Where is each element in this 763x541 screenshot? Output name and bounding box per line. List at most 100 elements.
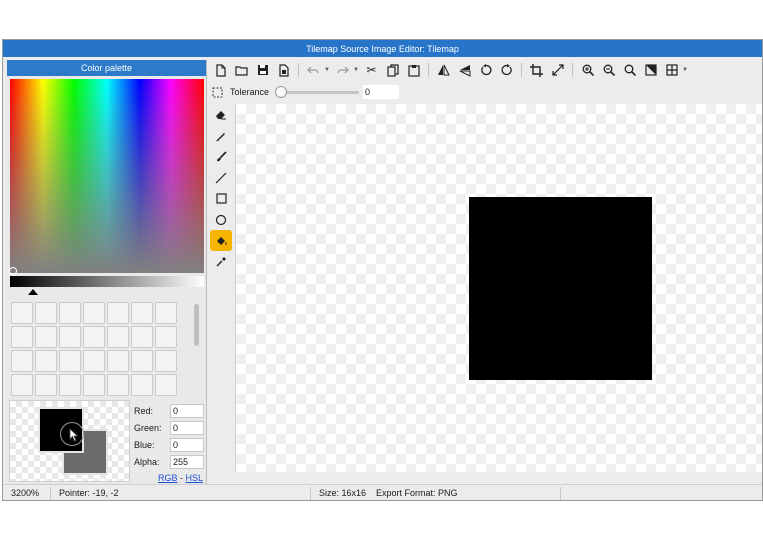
zoom-in-icon[interactable] — [577, 61, 598, 79]
swatch[interactable] — [83, 350, 105, 372]
tolerance-slider-handle[interactable] — [275, 85, 288, 98]
undo-dropdown-icon[interactable]: ▼ — [324, 67, 332, 73]
window-title-bar[interactable]: Tilemap Source Image Editor: Tilemap — [3, 40, 762, 57]
hsl-mode-link[interactable]: HSL — [186, 473, 204, 483]
zoom-level: 3200% — [3, 486, 51, 500]
redo-icon[interactable] — [332, 61, 353, 79]
crop-icon[interactable] — [526, 61, 547, 79]
swatch[interactable] — [35, 350, 57, 372]
paste-icon[interactable] — [403, 61, 424, 79]
swatch[interactable] — [107, 326, 129, 348]
fill-bucket-icon[interactable] — [210, 230, 232, 251]
spectrum-marker[interactable] — [9, 267, 17, 275]
undo-icon[interactable] — [303, 61, 324, 79]
swatch[interactable] — [83, 374, 105, 396]
mode-separator: - — [180, 473, 184, 483]
pencil-icon[interactable] — [210, 125, 232, 146]
swatch[interactable] — [59, 326, 81, 348]
alpha-input[interactable]: 255 — [170, 454, 204, 469]
copy-icon[interactable] — [382, 61, 403, 79]
current-colors — [9, 400, 130, 482]
rotate-left-icon[interactable] — [475, 61, 496, 79]
channel-label: Green: — [134, 422, 162, 433]
cut-icon[interactable]: ✂ — [361, 61, 382, 79]
swatches-scrollbar[interactable] — [194, 304, 199, 346]
editor-window: Tilemap Source Image Editor: Tilemap Col… — [2, 39, 763, 501]
status-bar: 3200% Pointer: -19, -2 Size: 16x16 Expor… — [3, 484, 762, 500]
channel-blue: Blue: 0 — [134, 436, 206, 453]
main-toolbar: ▼ ▼ ✂ ▼ — [210, 60, 762, 80]
flip-horizontal-icon[interactable] — [433, 61, 454, 79]
rectangle-icon[interactable] — [210, 188, 232, 209]
channel-label: Alpha: — [134, 456, 160, 467]
swatch[interactable] — [11, 374, 33, 396]
swatch[interactable] — [83, 302, 105, 324]
rotate-right-icon[interactable] — [496, 61, 517, 79]
red-input[interactable]: 0 — [170, 403, 204, 418]
canvas-horizontal-scrollbar[interactable] — [235, 473, 762, 483]
swatch[interactable] — [155, 350, 177, 372]
image-canvas[interactable] — [235, 104, 762, 472]
swatch[interactable] — [59, 374, 81, 396]
green-input[interactable]: 0 — [170, 420, 204, 435]
zoom-out-icon[interactable] — [598, 61, 619, 79]
swatch[interactable] — [11, 350, 33, 372]
background-toggle-icon[interactable] — [640, 61, 661, 79]
color-spectrum[interactable] — [10, 79, 204, 273]
redo-dropdown-icon[interactable]: ▼ — [353, 67, 361, 73]
swatch[interactable] — [131, 350, 153, 372]
open-folder-icon[interactable] — [231, 61, 252, 79]
rgb-mode-link[interactable]: RGB — [158, 473, 178, 483]
zoom-reset-icon[interactable] — [619, 61, 640, 79]
swatch[interactable] — [35, 302, 57, 324]
resize-icon[interactable] — [547, 61, 568, 79]
swatch[interactable] — [155, 326, 177, 348]
export-format: Export Format: PNG — [368, 486, 562, 500]
swatch[interactable] — [131, 302, 153, 324]
channel-red: Red: 0 — [134, 402, 206, 419]
swatch[interactable] — [155, 374, 177, 396]
swatch[interactable] — [155, 302, 177, 324]
flip-vertical-icon[interactable] — [454, 61, 475, 79]
new-file-icon[interactable] — [210, 61, 231, 79]
image-size: Size: 16x16 — [319, 487, 367, 498]
brush-icon[interactable] — [210, 146, 232, 167]
swatch[interactable] — [59, 350, 81, 372]
eyedropper-icon[interactable] — [210, 251, 232, 272]
save-as-icon[interactable] — [273, 61, 294, 79]
blue-input[interactable]: 0 — [170, 437, 204, 452]
swatch[interactable] — [35, 326, 57, 348]
ellipse-icon[interactable] — [210, 209, 232, 230]
palette-title: Color palette — [80, 63, 133, 73]
toolbar-separator — [572, 63, 573, 77]
marquee-select-icon[interactable] — [210, 83, 224, 101]
swatch[interactable] — [59, 302, 81, 324]
color-channels: Red: 0 Green: 0 Blue: 0 Alpha: 255 — [134, 402, 206, 470]
window-title: Tilemap Source Image Editor: Tilemap — [306, 43, 459, 54]
palette-header: Color palette — [7, 60, 206, 76]
save-icon[interactable] — [252, 61, 273, 79]
tool-options-bar: Tolerance 0 — [210, 82, 762, 102]
color-mode-links: RGB - HSL — [158, 473, 203, 483]
tolerance-value[interactable]: 0 — [363, 85, 400, 99]
swatch[interactable] — [107, 374, 129, 396]
channel-label: Red: — [134, 405, 154, 416]
tolerance-slider[interactable] — [275, 85, 360, 98]
tolerance-label: Tolerance — [230, 87, 270, 97]
lightness-marker[interactable] — [28, 289, 38, 295]
lightness-bar[interactable] — [10, 276, 204, 287]
color-palette-panel: Color palette Red: 0 Green: 0 Blue: 0 Al… — [7, 60, 207, 500]
grid-icon[interactable] — [661, 61, 682, 79]
swatch[interactable] — [131, 326, 153, 348]
swatch[interactable] — [11, 302, 33, 324]
tile-image[interactable] — [469, 197, 652, 380]
swatch[interactable] — [35, 374, 57, 396]
swatch[interactable] — [107, 350, 129, 372]
swatch[interactable] — [107, 302, 129, 324]
swatch[interactable] — [83, 326, 105, 348]
grid-dropdown-icon[interactable]: ▼ — [682, 67, 690, 73]
eraser-icon[interactable] — [210, 104, 232, 125]
swatch[interactable] — [11, 326, 33, 348]
line-icon[interactable] — [210, 167, 232, 188]
swatch[interactable] — [131, 374, 153, 396]
